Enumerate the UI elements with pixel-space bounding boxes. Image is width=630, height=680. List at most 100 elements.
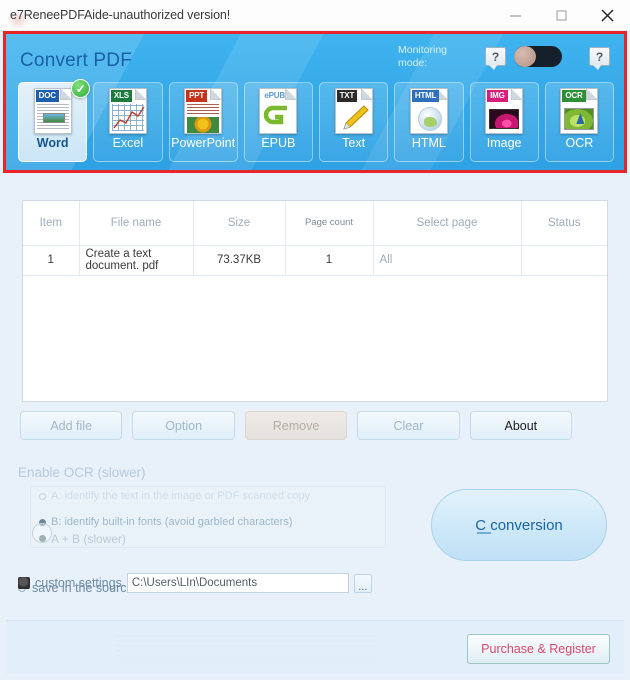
- format-button-word[interactable]: DOC ✓ Word: [18, 79, 91, 162]
- format-tag: IMG: [487, 90, 508, 102]
- ocr-option-a-label: A: identify the text in the image or PDF…: [51, 490, 311, 502]
- ocr-option-b[interactable]: B: identify built-in fonts (avoid garble…: [39, 516, 383, 528]
- xls-icon: XLS: [108, 88, 147, 134]
- output-path-input[interactable]: C:\Users\LIn\Documents: [126, 573, 349, 593]
- cell-status: [521, 245, 607, 276]
- cell-size: 73.37KB: [193, 245, 286, 276]
- close-button[interactable]: [584, 0, 630, 30]
- convert-underline: [477, 532, 491, 534]
- page-fold: [134, 89, 146, 100]
- txt-icon: TXT: [334, 88, 373, 134]
- format-label: Text: [342, 136, 366, 150]
- cell-page-count: 1: [285, 245, 374, 276]
- format-tag: ePUB: [264, 91, 285, 100]
- help-icon-monitoring[interactable]: ?: [485, 47, 506, 70]
- table-row[interactable]: 1 Create a text document. pdf 73.37KB 1 …: [23, 245, 607, 276]
- format-tag: HTML: [411, 90, 440, 102]
- format-tag: OCR: [562, 90, 586, 102]
- cell-item: 1: [23, 245, 80, 276]
- cell-file-name: Create a text document. pdf: [79, 245, 194, 276]
- column-header-page-count: Page count: [285, 201, 374, 246]
- enable-ocr-label: Enable OCR (slower): [18, 465, 146, 480]
- doc-body: [187, 104, 220, 133]
- doc-body: [488, 104, 520, 131]
- column-header-status: Status: [521, 201, 607, 246]
- add-file-button[interactable]: Add file: [20, 411, 123, 440]
- help-icon-general[interactable]: ?: [589, 47, 610, 70]
- column-header-size: Size: [193, 201, 286, 246]
- format-label: HTML: [411, 136, 446, 150]
- window-title: e7ReneePDFAide-unauthorized version!: [10, 8, 231, 22]
- radio-icon-a: [39, 493, 46, 500]
- format-button-epub[interactable]: ePUB EPUB: [243, 82, 313, 162]
- monitoring-mode-toggle[interactable]: [514, 46, 562, 67]
- about-button[interactable]: About: [469, 411, 573, 440]
- ocr-option-a[interactable]: A: identify the text in the image or PDF…: [39, 490, 383, 502]
- doc-body: [563, 104, 595, 131]
- maximize-button[interactable]: [538, 0, 584, 30]
- browse-folder-button[interactable]: ...: [353, 573, 372, 593]
- ocr-icon: OCR: [560, 88, 599, 134]
- ocr-selection-ring: [32, 523, 52, 543]
- page-fold: [360, 89, 372, 100]
- doc-body: [262, 104, 294, 131]
- clear-button[interactable]: Clear: [357, 411, 460, 440]
- custom-settings-label: custom settings: [35, 576, 122, 590]
- format-tag: TXT: [336, 90, 358, 102]
- doc-icon: DOC: [33, 88, 72, 134]
- format-label: Image: [486, 136, 522, 150]
- footer-watermark: [116, 635, 376, 657]
- epub-icon: ePUB: [259, 88, 298, 134]
- page-fold: [511, 89, 523, 100]
- doc-body: [413, 104, 445, 131]
- selected-check-icon: ✓: [71, 79, 91, 98]
- file-list-table[interactable]: Item File name Size Page count Select pa…: [22, 200, 608, 402]
- column-header-file-name: File name: [79, 201, 194, 246]
- convert-header-panel: Convert PDF Monitoring mode: ? ? DOC ✓ W…: [6, 34, 624, 170]
- file-table: Item File name Size Page count Select pa…: [23, 201, 607, 276]
- format-buttons: DOC ✓ Word XLS Excel PPT PowerPoint ePUB…: [18, 79, 614, 162]
- format-label: PowerPoint: [171, 136, 236, 150]
- file-action-buttons: Add file Option Remove Clear About: [20, 411, 573, 440]
- ocr-option-ab-label: A + B (slower): [51, 532, 127, 546]
- table-header-row: Item File name Size Page count Select pa…: [23, 201, 607, 246]
- format-button-text[interactable]: TXT Text: [319, 82, 389, 162]
- format-label: Word: [36, 136, 69, 150]
- format-button-image[interactable]: IMG Image: [469, 82, 539, 162]
- format-button-ocr[interactable]: OCR OCR: [544, 82, 614, 162]
- ocr-option-b-label: B: identify built-in fonts (avoid garble…: [51, 516, 293, 528]
- page-fold: [210, 89, 222, 100]
- format-tag: PPT: [186, 90, 208, 102]
- format-button-powerpoint[interactable]: PPT PowerPoint: [168, 82, 238, 162]
- cell-select-page[interactable]: All: [373, 245, 522, 276]
- column-header-select-page: Select page: [373, 201, 522, 246]
- window-controls: [492, 0, 630, 30]
- ocr-option-ab[interactable]: A + B (slower): [39, 532, 383, 546]
- format-label: Excel: [112, 136, 144, 150]
- purchase-register-button[interactable]: Purchase & Register: [467, 634, 610, 664]
- format-button-excel[interactable]: XLS Excel: [93, 82, 163, 162]
- img-icon: IMG: [485, 88, 524, 134]
- footer-bar: Purchase & Register: [6, 620, 624, 674]
- convert-button-label: C conversion: [475, 516, 563, 534]
- minimize-button[interactable]: [492, 0, 538, 30]
- page-fold: [59, 89, 71, 100]
- column-header-item: Item: [23, 201, 80, 246]
- page-title: Convert PDF: [20, 50, 133, 71]
- app-window: e7ReneePDFAide-unauthorized version! Con…: [0, 0, 630, 680]
- custom-settings-row: custom settings C:\Users\LIn\Documents .…: [18, 572, 418, 594]
- toggle-knob: [514, 46, 536, 67]
- page-fold: [586, 89, 598, 100]
- format-label: OCR: [565, 136, 594, 150]
- monitoring-mode-label: Monitoring mode:: [398, 44, 448, 69]
- title-bar: e7ReneePDFAide-unauthorized version!: [0, 0, 630, 30]
- doc-body: [338, 104, 370, 131]
- remove-button: Remove: [244, 411, 348, 440]
- ocr-options-group: A: identify the text in the image or PDF…: [30, 486, 386, 548]
- format-tag: DOC: [35, 90, 59, 102]
- ppt-icon: PPT: [184, 88, 223, 134]
- convert-button[interactable]: C conversion: [431, 489, 607, 561]
- radio-icon-custom-settings[interactable]: [18, 577, 30, 589]
- format-button-html[interactable]: HTML HTML: [394, 82, 464, 162]
- option-button[interactable]: Option: [132, 411, 235, 440]
